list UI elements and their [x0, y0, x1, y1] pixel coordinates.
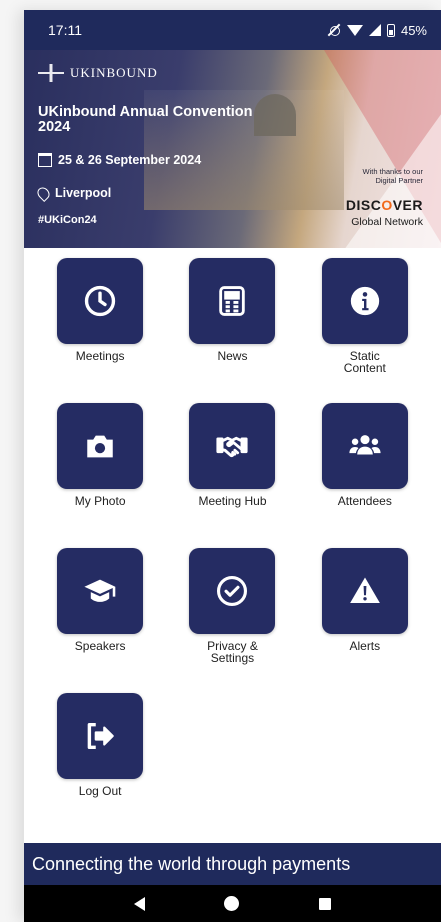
- static-content-button[interactable]: [321, 258, 408, 344]
- graduation-cap-icon: [84, 579, 116, 602]
- footer-tagline: Connecting the world through payments: [24, 843, 441, 885]
- calendar-icon: [38, 153, 52, 167]
- wifi-icon: [346, 24, 363, 36]
- tile-label: Static Content: [343, 349, 386, 375]
- tile-label: Privacy & Settings: [207, 639, 258, 665]
- tile-label: Attendees: [337, 494, 392, 508]
- signal-icon: [368, 24, 381, 36]
- banner-title: UKinbound Annual Convention 2024: [38, 104, 253, 135]
- status-icons: 45%: [327, 23, 427, 38]
- tile-my-photo[interactable]: My Photo: [34, 403, 166, 548]
- partner-thanks: With thanks to our Digital Partner: [362, 167, 423, 185]
- union-flag-icon: [38, 64, 64, 82]
- meeting-hub-button[interactable]: [189, 403, 276, 489]
- mute-icon: [327, 23, 341, 37]
- battery-icon: [386, 23, 395, 37]
- handshake-icon: [216, 436, 249, 458]
- tile-log-out[interactable]: Log Out: [34, 693, 166, 838]
- discover-subtitle: Global Network: [351, 216, 423, 228]
- status-bar: 17:11 45%: [24, 10, 441, 50]
- status-time: 17:11: [48, 22, 82, 38]
- news-button[interactable]: [189, 258, 276, 344]
- tile-attendees[interactable]: Attendees: [299, 403, 431, 548]
- log-out-button[interactable]: [57, 693, 144, 779]
- tile-label: Log Out: [78, 784, 122, 798]
- banner-location: Liverpool: [35, 184, 111, 202]
- check-circle-icon: [217, 575, 248, 607]
- ukinbound-logo: UKINBOUND: [38, 64, 158, 82]
- location-pin-icon: [35, 184, 52, 202]
- discover-logo: DISCOVER: [345, 197, 423, 213]
- tile-static-content[interactable]: Static Content: [299, 258, 431, 403]
- tile-news[interactable]: News: [166, 258, 298, 403]
- meetings-button[interactable]: [57, 258, 144, 344]
- menu-grid: Meetings News Static Content My Photo Me: [24, 258, 441, 838]
- newspaper-icon: [219, 286, 246, 316]
- privacy-settings-button[interactable]: [189, 548, 276, 634]
- alerts-button[interactable]: [321, 548, 408, 634]
- system-nav-bar: [24, 885, 441, 922]
- clock-icon: [84, 285, 116, 317]
- users-icon: [349, 435, 381, 455]
- tile-alerts[interactable]: Alerts: [299, 548, 431, 693]
- tile-meeting-hub[interactable]: Meeting Hub: [166, 403, 298, 548]
- home-icon[interactable]: [224, 896, 240, 911]
- my-photo-button[interactable]: [57, 403, 144, 489]
- tile-label: My Photo: [74, 494, 126, 508]
- tile-label: Meeting Hub: [198, 494, 267, 508]
- info-icon: [350, 286, 379, 316]
- event-banner[interactable]: UKINBOUND UKinbound Annual Convention 20…: [24, 50, 441, 248]
- recent-apps-icon[interactable]: [319, 897, 332, 910]
- attendees-button[interactable]: [321, 403, 408, 489]
- phone-screen: 17:11 45% UKINBOUND UKinbound Annual Con…: [24, 10, 441, 922]
- tile-speakers[interactable]: Speakers: [34, 548, 166, 693]
- battery-level: 45%: [400, 22, 427, 38]
- tile-meetings[interactable]: Meetings: [34, 258, 166, 403]
- tile-label: Speakers: [74, 639, 126, 653]
- back-icon[interactable]: [133, 896, 145, 911]
- tile-label: Alerts: [349, 639, 381, 653]
- logout-icon: [87, 722, 114, 750]
- warning-icon: [349, 577, 380, 604]
- tile-privacy-settings[interactable]: Privacy & Settings: [166, 548, 298, 693]
- tile-label: Meetings: [75, 349, 125, 363]
- tile-label: News: [217, 349, 248, 363]
- banner-date: 25 & 26 September 2024: [38, 153, 201, 167]
- speakers-button[interactable]: [57, 548, 144, 634]
- camera-icon: [87, 435, 113, 458]
- banner-hashtag: #UKiCon24: [38, 214, 97, 226]
